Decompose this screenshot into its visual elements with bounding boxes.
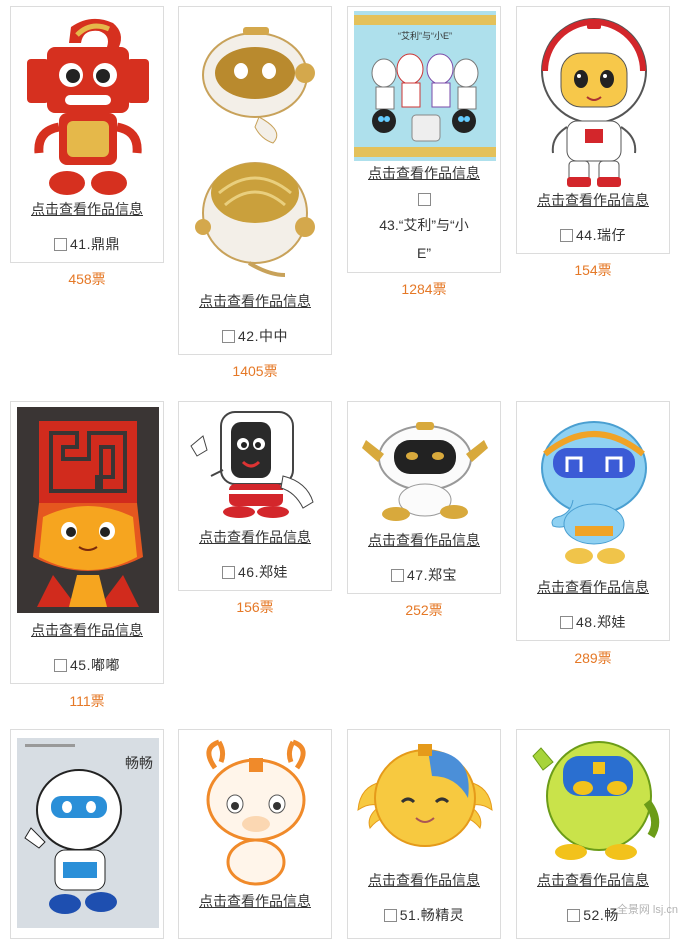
vote-checkbox[interactable] <box>417 193 431 206</box>
vote-count: 1284票 <box>401 281 447 297</box>
view-work-info-link[interactable]: 点击查看作品信息 <box>11 620 163 640</box>
view-work-info-link[interactable]: 点击查看作品信息 <box>348 870 500 890</box>
red-bronze-mascot-image[interactable] <box>17 407 159 613</box>
vote-checkbox[interactable] <box>391 569 405 582</box>
entry-name: 44.瑞仔 <box>576 227 626 243</box>
entry-name: 45.嘟嘟 <box>70 657 120 673</box>
entry-card-44: 点击查看作品信息 44.瑞仔 <box>516 6 670 254</box>
phone-robot-mascot-image[interactable] <box>187 406 325 522</box>
view-work-info-link[interactable]: 点击查看作品信息 <box>11 199 163 219</box>
entry-card-45: 点击查看作品信息 45.嘟嘟 <box>10 401 164 684</box>
entry-name-continued: E” <box>417 245 431 261</box>
vote-option: 41.鼎鼎 <box>11 234 163 254</box>
entry-card-50: 点击查看作品信息 <box>178 729 332 939</box>
view-work-info-link[interactable]: 点击查看作品信息 <box>179 291 331 311</box>
vote-checkbox[interactable] <box>560 229 574 242</box>
entry-card-43: “艾利”与“小E” 点击查看作品信息 43.“艾利”与“小 E” <box>347 6 501 273</box>
group-mascot-image[interactable]: “艾利”与“小E” <box>354 11 496 161</box>
vote-checkbox[interactable] <box>222 566 236 579</box>
vote-option: 44.瑞仔 <box>517 225 669 245</box>
view-work-info-link[interactable]: 点击查看作品信息 <box>179 891 331 911</box>
black-white-robot-mascot-image[interactable] <box>356 418 494 524</box>
vote-checkbox[interactable] <box>54 659 68 672</box>
view-work-info-link[interactable]: 点击查看作品信息 <box>517 870 669 890</box>
view-work-info-link[interactable]: 点击查看作品信息 <box>179 527 331 547</box>
image-caption: 畅畅 <box>125 755 153 771</box>
view-work-info-link[interactable]: 点击查看作品信息 <box>348 163 500 183</box>
entry-name: 41.鼎鼎 <box>70 236 120 252</box>
vote-count: 154票 <box>574 262 612 278</box>
green-robot-mascot-image[interactable] <box>525 736 663 864</box>
astronaut-mascot-image[interactable] <box>531 13 657 191</box>
vote-checkbox[interactable] <box>567 909 581 922</box>
entry-card-48: 点击查看作品信息 48.郑娃 <box>516 401 670 641</box>
entry-card-41: 点击查看作品信息 41.鼎鼎 <box>10 6 164 263</box>
entry-name: 43.“艾利”与“小 <box>379 217 469 233</box>
entry-name: 42.中中 <box>238 328 288 344</box>
entry-card-49: 畅畅 <box>10 729 164 939</box>
vote-option: 47.郑宝 <box>348 565 500 585</box>
vote-option: 46.郑娃 <box>179 562 331 582</box>
entry-card-51: 点击查看作品信息 51.畅精灵 <box>347 729 501 939</box>
watermark: 全景网 lsj.cn <box>616 904 678 916</box>
entry-name: 46.郑娃 <box>238 564 288 580</box>
vote-option: 51.畅精灵 <box>348 905 500 925</box>
vote-count: 252票 <box>405 602 443 618</box>
blue-helmet-mascot-image[interactable]: 畅畅 <box>17 738 159 928</box>
vote-option: 48.郑娃 <box>517 612 669 632</box>
entry-card-42: 点击查看作品信息 42.中中 <box>178 6 332 355</box>
ding-mascot-image[interactable] <box>21 13 155 199</box>
yellow-wing-mascot-image[interactable] <box>356 736 494 864</box>
vote-count: 289票 <box>574 650 612 666</box>
entry-name: 47.郑宝 <box>407 567 457 583</box>
entry-card-46: 点击查看作品信息 46.郑娃 <box>178 401 332 591</box>
vote-count: 111票 <box>69 693 105 709</box>
vote-count: 458票 <box>68 271 106 287</box>
vote-checkbox[interactable] <box>560 616 574 629</box>
vote-checkbox[interactable] <box>383 909 397 922</box>
blue-elephant-mascot-image[interactable] <box>531 414 657 570</box>
vote-count: 156票 <box>236 599 274 615</box>
image-caption: “艾利”与“小E” <box>398 30 452 41</box>
vote-checkbox[interactable] <box>222 330 236 343</box>
entry-name: 48.郑娃 <box>576 614 626 630</box>
vote-count: 1405票 <box>232 363 278 379</box>
view-work-info-link[interactable]: 点击查看作品信息 <box>348 530 500 550</box>
vote-option: 45.嘟嘟 <box>11 655 163 675</box>
orange-deer-mascot-image[interactable] <box>191 738 321 888</box>
vote-option: 42.中中 <box>179 326 331 346</box>
view-work-info-link[interactable]: 点击查看作品信息 <box>517 190 669 210</box>
vote-option <box>348 191 500 207</box>
view-work-info-link[interactable]: 点击查看作品信息 <box>517 577 669 597</box>
vote-checkbox[interactable] <box>54 238 68 251</box>
white-robot-mascot-image[interactable] <box>189 13 323 289</box>
entry-card-47: 点击查看作品信息 47.郑宝 <box>347 401 501 594</box>
